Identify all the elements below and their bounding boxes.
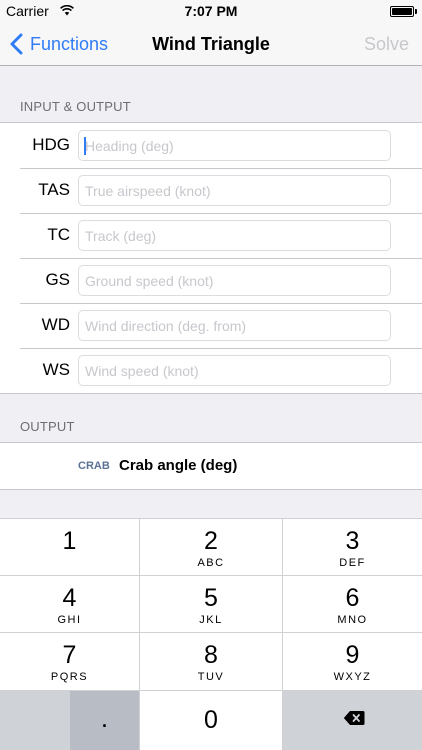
- section-header-output: OUTPUT: [20, 419, 75, 434]
- key-2-letters: ABC: [197, 557, 225, 569]
- key-8-digit: 8: [204, 641, 218, 669]
- key-9[interactable]: 9 WXYZ: [283, 633, 422, 691]
- key-8-letters: TUV: [197, 671, 225, 683]
- row-label-wd: WD: [41, 315, 70, 334]
- true-airspeed-input[interactable]: [78, 175, 391, 206]
- key-8[interactable]: 8 TUV: [140, 633, 283, 691]
- key-decimal-label: .: [100, 703, 109, 733]
- key-4[interactable]: 4 GHI: [0, 576, 140, 633]
- track-input[interactable]: [78, 220, 391, 251]
- section-header-input-output: INPUT & OUTPUT: [20, 99, 131, 114]
- battery-tip: [415, 9, 417, 14]
- numeric-keypad: 1 2 ABC 3 DEF 4 GHI 5 JKL 6 MNO 7 PQRS 8…: [0, 518, 422, 750]
- row-label-hdg: HDG: [32, 135, 70, 154]
- wind-direction-input[interactable]: [78, 310, 391, 341]
- status-bar: Carrier 7:07 PM: [0, 0, 422, 22]
- key-2-digit: 2: [204, 527, 218, 555]
- backspace-icon: [343, 711, 365, 725]
- key-6[interactable]: 6 MNO: [283, 576, 422, 633]
- key-5-letters: JKL: [199, 614, 223, 626]
- input-group: HDG TAS TC GS WD WS: [0, 122, 422, 394]
- key-3-letters: DEF: [339, 557, 366, 569]
- key-7-digit: 7: [62, 641, 77, 669]
- output-row-crab: CRAB Crab angle (deg): [0, 443, 422, 489]
- delete-button[interactable]: [283, 691, 422, 750]
- battery-icon: [390, 6, 414, 17]
- key-9-letters: WXYZ: [333, 671, 372, 683]
- crab-angle-label: Crab angle (deg): [119, 457, 238, 474]
- key-4-digit: 4: [62, 584, 77, 612]
- key-9-digit: 9: [345, 641, 360, 669]
- key-7[interactable]: 7 PQRS: [0, 633, 140, 691]
- key-0-digit: 0: [204, 706, 218, 734]
- row-gs: GS: [0, 258, 422, 303]
- status-time: 7:07 PM: [184, 3, 238, 19]
- key-1[interactable]: 1: [0, 518, 140, 576]
- output-group: CRAB Crab angle (deg): [0, 442, 422, 490]
- row-label-gs: GS: [45, 270, 70, 289]
- key-3[interactable]: 3 DEF: [283, 518, 422, 576]
- row-label-ws: WS: [42, 360, 70, 379]
- row-ws: WS: [0, 348, 422, 393]
- key-3-digit: 3: [345, 527, 360, 555]
- crab-tag: CRAB: [78, 460, 110, 472]
- key-6-letters: MNO: [337, 614, 368, 626]
- row-wd: WD: [0, 303, 422, 348]
- key-5[interactable]: 5 JKL: [140, 576, 283, 633]
- row-tas: TAS: [0, 168, 422, 213]
- key-7-letters: PQRS: [50, 671, 89, 683]
- key-decimal[interactable]: .: [70, 691, 140, 750]
- navigation-bar: Functions Wind Triangle Solve: [0, 22, 422, 66]
- key-2[interactable]: 2 ABC: [140, 518, 283, 576]
- solve-button[interactable]: Solve: [364, 34, 409, 55]
- row-label-tc: TC: [47, 225, 70, 244]
- key-4-letters: GHI: [57, 614, 82, 626]
- row-label-tas: TAS: [38, 180, 70, 199]
- text-cursor: [84, 137, 86, 155]
- row-tc: TC: [0, 213, 422, 258]
- key-1-digit: 1: [62, 527, 77, 555]
- key-blank: [0, 691, 70, 750]
- key-5-digit: 5: [204, 584, 218, 612]
- page-title: Wind Triangle: [152, 34, 270, 54]
- heading-input[interactable]: [78, 130, 391, 161]
- row-hdg: HDG: [0, 123, 422, 168]
- ground-speed-input[interactable]: [78, 265, 391, 296]
- key-0[interactable]: 0: [140, 691, 283, 750]
- wind-speed-input[interactable]: [78, 355, 391, 386]
- key-6-digit: 6: [345, 584, 360, 612]
